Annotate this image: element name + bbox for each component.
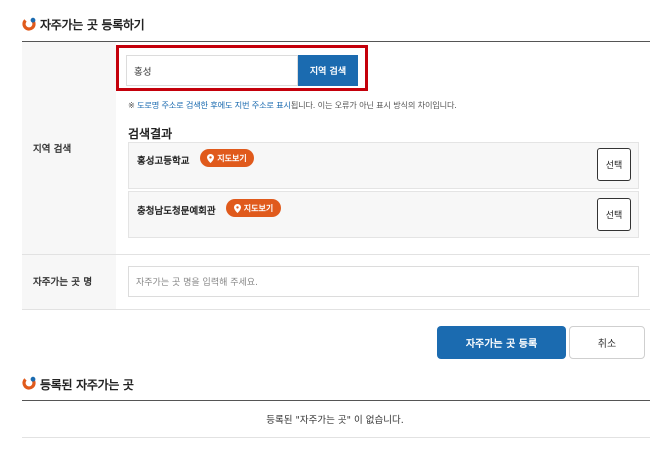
row-divider — [22, 254, 650, 255]
notice-highlight: 도로명 주소로 검색한 후에도 지번 주소로 표시 — [137, 100, 291, 110]
region-search-label: 지역 검색 — [33, 144, 72, 155]
notice-prefix: ※ — [128, 100, 138, 110]
map-view-label: 지도보기 — [217, 153, 247, 163]
register-section-title: 자주가는 곳 등록하기 — [40, 18, 145, 32]
map-view-button[interactable]: 지도보기 — [226, 199, 281, 217]
register-button[interactable]: 자주가는 곳 등록 — [437, 326, 566, 359]
results-title: 검색결과 — [128, 127, 173, 141]
notice-suffix: 됩니다. 이는 오류가 아닌 표시 방식의 차이입니다. — [290, 100, 457, 110]
empty-message: 등록된 "자주가는 곳" 이 없습니다. — [266, 415, 404, 426]
place-name-label: 자주가는 곳 명 — [33, 277, 93, 288]
section-divider — [22, 400, 650, 401]
result-name: 충청남도청문예회관 — [137, 206, 216, 217]
region-search-button[interactable]: 지역 검색 — [298, 55, 358, 86]
section-icon — [22, 17, 36, 31]
cancel-button[interactable]: 취소 — [569, 326, 645, 359]
map-view-label: 지도보기 — [243, 203, 274, 213]
map-pin-icon — [207, 153, 215, 163]
select-button[interactable]: 선택 — [597, 148, 631, 181]
region-search-input[interactable]: 홍성 — [126, 55, 298, 86]
section-divider — [22, 41, 650, 42]
select-button[interactable]: 선택 — [597, 198, 631, 231]
registered-section-title: 등록된 자주가는 곳 — [40, 378, 134, 392]
search-notice: ※ 도로명 주소로 검색한 후에도 지번 주소로 표시됩니다. 이는 오류가 아… — [128, 99, 457, 111]
table-bottom-border — [22, 309, 650, 310]
place-name-input[interactable]: 자주가는 곳 명을 입력해 주세요. — [128, 266, 639, 297]
section-icon — [22, 376, 36, 390]
map-view-button[interactable]: 지도보기 — [200, 149, 254, 167]
map-pin-icon — [233, 203, 241, 213]
list-bottom-border — [22, 437, 650, 438]
result-name: 홍성고등학교 — [137, 156, 190, 167]
